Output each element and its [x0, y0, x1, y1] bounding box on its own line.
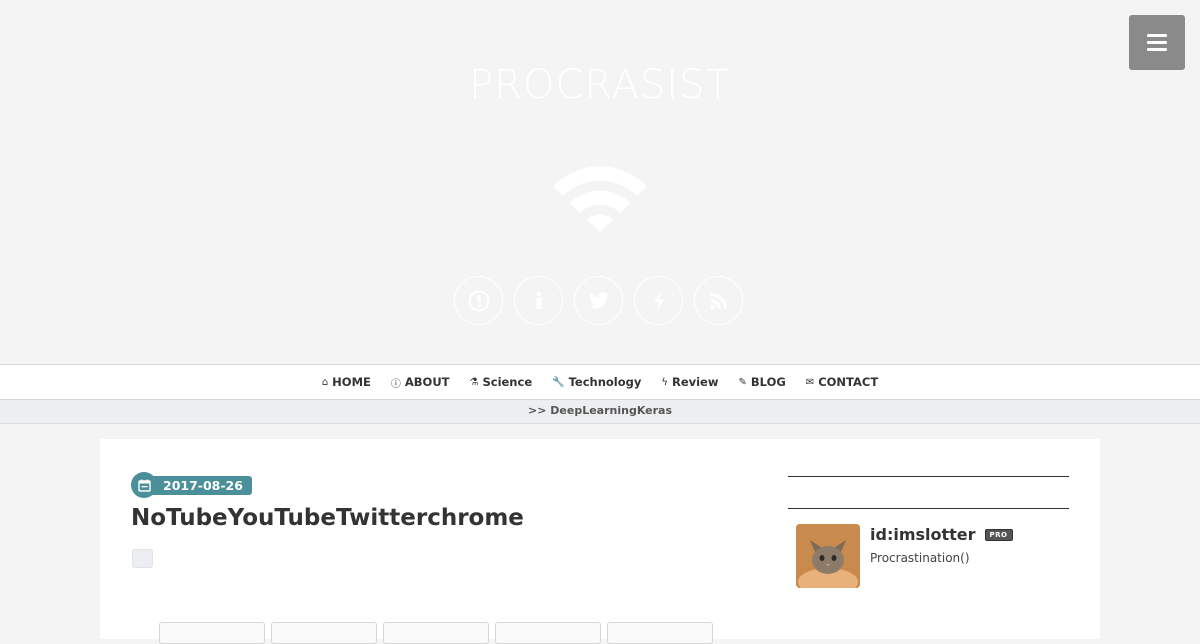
entry-date: 2017-08-26: [147, 475, 252, 495]
nav-item-technology[interactable]: 🔧 Technology: [552, 375, 641, 389]
calendar-icon: [131, 472, 157, 498]
nav-item-label: Science: [482, 375, 533, 389]
wifi-icon: [553, 166, 647, 232]
avatar[interactable]: [796, 524, 860, 588]
bolt-icon: ϟ: [661, 376, 668, 388]
rss-icon[interactable]: [694, 276, 743, 325]
breadcrumb[interactable]: >> DeepLearningKeras: [0, 400, 1200, 424]
pencil-icon: ✎: [738, 376, 747, 388]
content-card: 2017-08-26 NoTubeYouTubeTwitterchrome id…: [100, 439, 1100, 644]
entry-title[interactable]: NoTubeYouTubeTwitterchrome: [131, 505, 524, 531]
nav-item-home[interactable]: ⌂ HOME: [322, 375, 371, 389]
sidebar-divider: [788, 476, 1069, 477]
sidebar-divider: [788, 508, 1069, 509]
hamburger-menu-icon: [1147, 34, 1167, 37]
share-buttons: [159, 622, 713, 644]
global-nav: ⌂ HOME ⓘ ABOUT ⚗ Science 🔧 Technology ϟ Revie…: [0, 364, 1200, 400]
date-badge[interactable]: 2017-08-26: [131, 472, 252, 498]
nav-item-contact[interactable]: ✉ CONTACT: [806, 375, 878, 389]
hamburger-menu-button[interactable]: [1129, 15, 1185, 70]
profile-id[interactable]: id:imslotter: [870, 525, 976, 544]
wrench-icon: 🔧: [552, 376, 565, 388]
nav-item-label: Review: [671, 375, 719, 389]
envelope-icon: ✉: [805, 376, 815, 388]
share-button[interactable]: [159, 622, 265, 644]
info-circle-icon: ⓘ: [390, 378, 401, 390]
nav-item-blog[interactable]: ✎ BLOG: [739, 375, 786, 389]
hero-header: PROCRASIST: [0, 0, 1200, 364]
twitter-icon[interactable]: [574, 276, 623, 325]
nav-item-review[interactable]: ϟ Review: [661, 375, 718, 389]
share-button[interactable]: [495, 622, 601, 644]
share-button[interactable]: [271, 622, 377, 644]
nav-item-label: HOME: [332, 375, 371, 389]
nav-item-science[interactable]: ⚗ Science: [470, 375, 533, 389]
nav-item-about[interactable]: ⓘ ABOUT: [391, 375, 450, 390]
flask-icon: ⚗: [469, 376, 479, 388]
nav-item-label: Technology: [568, 375, 642, 389]
share-button[interactable]: [383, 622, 489, 644]
author-profile: id:imslotter PRO Procrastination(): [796, 524, 1013, 588]
share-button[interactable]: [607, 622, 713, 644]
bolt-icon[interactable]: [634, 276, 683, 325]
category-tag[interactable]: [132, 549, 153, 568]
info-icon[interactable]: [514, 276, 563, 325]
nav-item-label: CONTACT: [818, 375, 879, 389]
hatena-bookmark-icon[interactable]: [454, 276, 503, 325]
social-links: [454, 276, 743, 326]
profile-description: Procrastination(): [870, 551, 970, 565]
nav-item-label: ABOUT: [404, 375, 450, 389]
home-icon: ⌂: [321, 376, 329, 388]
pro-badge: PRO: [984, 528, 1013, 541]
site-title[interactable]: PROCRASIST: [0, 62, 1200, 108]
nav-item-label: BLOG: [750, 375, 786, 389]
